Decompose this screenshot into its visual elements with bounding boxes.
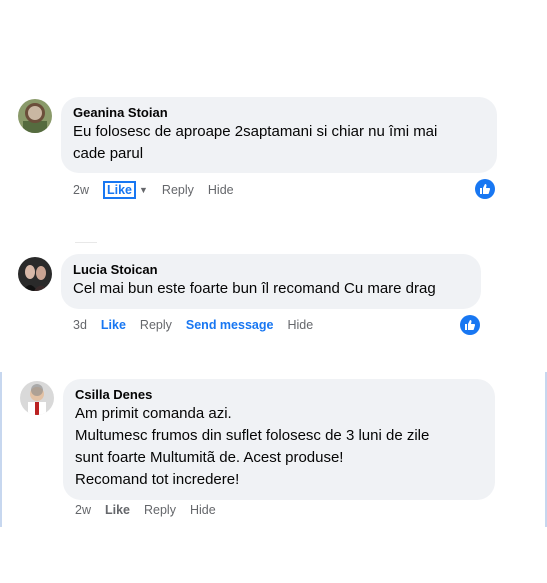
comment-text-line: sunt foarte Multumitã de. Acest produse!: [75, 449, 344, 466]
comment-time[interactable]: 2w: [75, 503, 91, 517]
hide-button[interactable]: Hide: [208, 183, 234, 197]
comment-author[interactable]: Geanina Stoian: [73, 105, 485, 121]
thumbs-up-icon[interactable]: [460, 315, 480, 335]
left-thread-line: [0, 372, 2, 527]
comment-bubble: Csilla Denes Am primit comanda azi. Mult…: [63, 379, 495, 500]
comment-bubble: Lucia Stoican Cel mai bun este foarte bu…: [61, 254, 481, 309]
comment-actions: 2w Like Reply Hide: [75, 503, 230, 517]
comment-text-line: Multumesc frumos din suflet folosesc de …: [75, 427, 430, 444]
comment-bubble: Geanina Stoian Eu folosesc de aproape 2s…: [61, 97, 497, 173]
comment-text-line: Eu folosesc de aproape 2saptamani si chi…: [73, 123, 438, 140]
like-button[interactable]: Like: [105, 503, 130, 517]
reply-button[interactable]: Reply: [140, 318, 172, 332]
like-button[interactable]: Like: [101, 318, 126, 332]
comment-text-line: Am primit comanda azi.: [75, 405, 232, 422]
comment-actions: 2w Like ▼ Reply Hide: [73, 181, 248, 199]
caret-down-icon[interactable]: ▼: [139, 185, 148, 195]
hide-button[interactable]: Hide: [287, 318, 313, 332]
avatar[interactable]: [18, 99, 52, 133]
avatar[interactable]: [20, 381, 54, 415]
like-button[interactable]: Like: [102, 181, 136, 199]
comment-actions: 3d Like Reply Send message Hide: [73, 318, 327, 332]
comment-text-line: Recomand tot incredere!: [75, 471, 240, 488]
comment-author[interactable]: Lucia Stoican: [73, 262, 469, 278]
comment-time[interactable]: 3d: [73, 318, 87, 332]
comment-time[interactable]: 2w: [73, 183, 89, 197]
avatar[interactable]: [18, 257, 52, 291]
reply-button[interactable]: Reply: [144, 503, 176, 517]
thumbs-up-icon[interactable]: [475, 179, 495, 199]
hide-button[interactable]: Hide: [190, 503, 216, 517]
comment-text-line: cade parul: [73, 145, 144, 162]
comment-text-line: Cel mai bun este foarte bun îl recomand …: [73, 280, 436, 297]
divider: [75, 242, 97, 243]
send-message-button[interactable]: Send message: [186, 318, 274, 332]
comment-author[interactable]: Csilla Denes: [75, 387, 483, 403]
reply-button[interactable]: Reply: [162, 183, 194, 197]
